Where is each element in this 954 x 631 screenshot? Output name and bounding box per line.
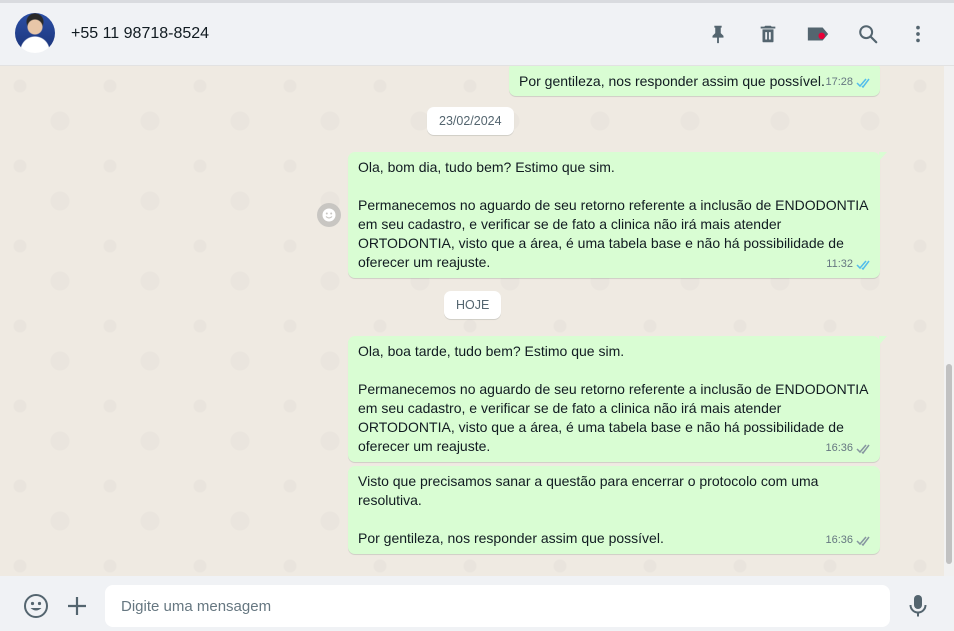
message-text: Ola, bom dia, tudo bem? Estimo que sim. xyxy=(358,159,615,175)
attach-plus-icon[interactable] xyxy=(63,592,91,620)
message-time: 17:28 xyxy=(825,76,853,88)
menu-icon[interactable] xyxy=(905,21,931,47)
scrollbar-thumb[interactable] xyxy=(946,364,952,564)
contact-avatar[interactable] xyxy=(15,13,55,53)
delete-icon[interactable] xyxy=(755,21,781,47)
message-time: 11:32 xyxy=(826,258,853,270)
read-ticks-icon xyxy=(856,260,870,270)
chat-scrollbar[interactable] xyxy=(944,66,954,576)
message-bubble[interactable]: Por gentileza, nos responder assim que p… xyxy=(509,66,880,96)
message-meta: 16:36 xyxy=(825,531,872,550)
message-bubble[interactable]: Ola, boa tarde, tudo bem? Estimo que sim… xyxy=(348,336,887,462)
label-icon[interactable] xyxy=(805,21,831,47)
message-text: Por gentileza, nos responder assim que p… xyxy=(519,73,825,89)
message-bubble[interactable]: Visto que precisamos sanar a questão par… xyxy=(348,466,880,554)
delivered-ticks-icon xyxy=(856,536,870,546)
message-bubble[interactable]: Ola, bom dia, tudo bem? Estimo que sim. … xyxy=(348,152,887,278)
bubble-tail xyxy=(879,336,887,345)
message-meta: 16:36 xyxy=(825,439,872,458)
message-text: Por gentileza, nos responder assim que p… xyxy=(358,530,664,546)
chat-header: +55 11 98718-8524 xyxy=(0,0,954,66)
pin-icon[interactable] xyxy=(705,21,731,47)
message-input[interactable] xyxy=(105,585,890,627)
message-text: Visto que precisamos sanar a questão par… xyxy=(358,473,819,508)
message-list[interactable]: Por gentileza, nos responder assim que p… xyxy=(0,66,954,576)
message-time: 16:36 xyxy=(825,534,853,546)
message-meta: 17:28 xyxy=(825,73,872,92)
contact-name[interactable]: +55 11 98718-8524 xyxy=(71,25,209,43)
message-text: Permanecemos no aguardo de seu retorno r… xyxy=(358,381,868,454)
delivered-ticks-icon xyxy=(856,444,870,454)
search-icon[interactable] xyxy=(855,21,881,47)
message-text: Permanecemos no aguardo de seu retorno r… xyxy=(358,197,868,270)
message-text: Ola, boa tarde, tudo bem? Estimo que sim… xyxy=(358,343,625,359)
emoji-icon[interactable] xyxy=(22,592,50,620)
composer xyxy=(0,576,954,631)
date-separator: 23/02/2024 xyxy=(427,107,514,135)
bubble-tail xyxy=(879,152,887,161)
date-separator: HOJE xyxy=(444,291,502,319)
microphone-icon[interactable] xyxy=(904,592,932,620)
message-meta: 11:32 xyxy=(826,255,872,274)
message-time: 16:36 xyxy=(825,442,853,454)
read-ticks-icon xyxy=(856,78,870,88)
emoji-reaction-icon[interactable] xyxy=(317,203,341,227)
